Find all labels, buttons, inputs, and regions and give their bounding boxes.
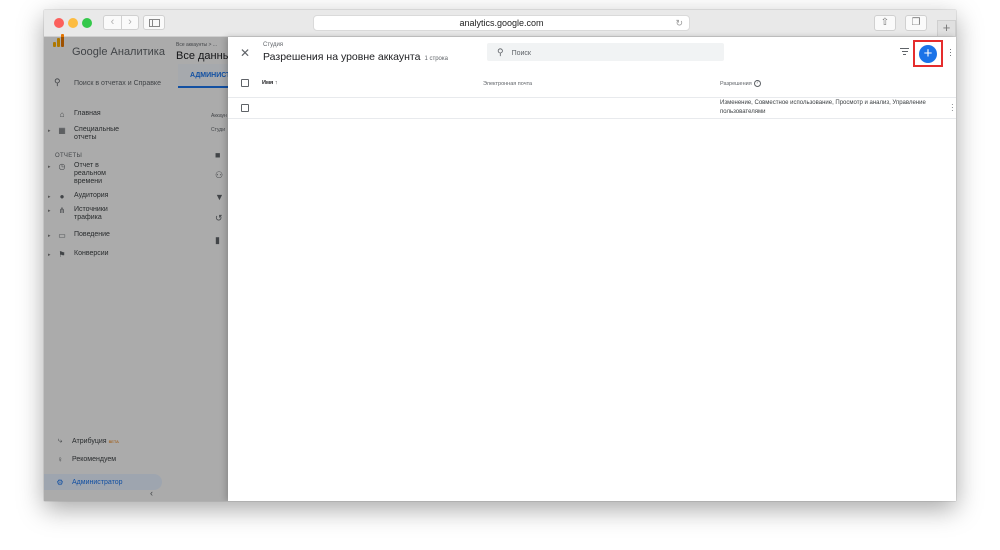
search-input[interactable]: ⚲ Поиск: [487, 43, 724, 61]
row-permissions: Изменение, Совместное использование, Про…: [720, 100, 926, 115]
row-more-icon[interactable]: · · ·: [951, 101, 954, 115]
column-email-header[interactable]: Электронная почта: [483, 81, 532, 87]
table-row[interactable]: Изменение, Совместное использование, Про…: [228, 97, 956, 119]
minimize-window-button[interactable]: [68, 18, 78, 28]
close-icon[interactable]: ✕: [240, 46, 250, 60]
column-permissions-header[interactable]: Разрешения?: [720, 80, 761, 87]
browser-window: ‹ › analytics.google.com ↻ ⇧ ❐ + Google …: [44, 10, 956, 501]
panel-title: Разрешения на уровне аккаунта 1 строка: [263, 51, 448, 63]
select-all-checkbox[interactable]: [241, 79, 249, 87]
highlight-frame: +: [913, 40, 943, 67]
sort-arrow-icon: ↑: [274, 80, 278, 86]
column-name-header[interactable]: Имя ↑: [262, 80, 278, 86]
reload-icon[interactable]: ↻: [675, 16, 683, 31]
maximize-window-button[interactable]: [82, 18, 92, 28]
search-icon: ⚲: [497, 47, 504, 57]
browser-toolbar: ‹ › analytics.google.com ↻ ⇧ ❐ +: [44, 10, 956, 37]
new-tab-button[interactable]: +: [937, 20, 956, 37]
add-user-button[interactable]: +: [919, 45, 937, 63]
panel-subtitle: Студия: [263, 42, 284, 48]
url-text: analytics.google.com: [459, 18, 544, 28]
more-options-icon[interactable]: · · ·: [949, 45, 953, 60]
help-icon[interactable]: ?: [753, 80, 761, 87]
filter-icon[interactable]: [900, 48, 909, 57]
sidebar-toggle-button[interactable]: [143, 15, 165, 30]
forward-button[interactable]: ›: [121, 15, 139, 30]
show-tabs-button[interactable]: ❐: [905, 15, 927, 31]
share-button[interactable]: ⇧: [874, 15, 896, 31]
close-window-button[interactable]: [54, 18, 64, 28]
permissions-panel: ✕ Студия Разрешения на уровне аккаунта 1 …: [228, 37, 956, 501]
back-button[interactable]: ‹: [103, 15, 121, 30]
table-header: Имя ↑ Электронная почта Разрешения?: [228, 78, 956, 89]
panel-title-text: Разрешения на уровне аккаунта: [263, 51, 421, 63]
row-checkbox[interactable]: [241, 104, 249, 112]
search-placeholder: Поиск: [511, 50, 531, 57]
row-count: 1 строка: [424, 56, 448, 62]
sidebar-icon: [149, 19, 160, 27]
address-bar[interactable]: analytics.google.com ↻: [313, 15, 690, 31]
